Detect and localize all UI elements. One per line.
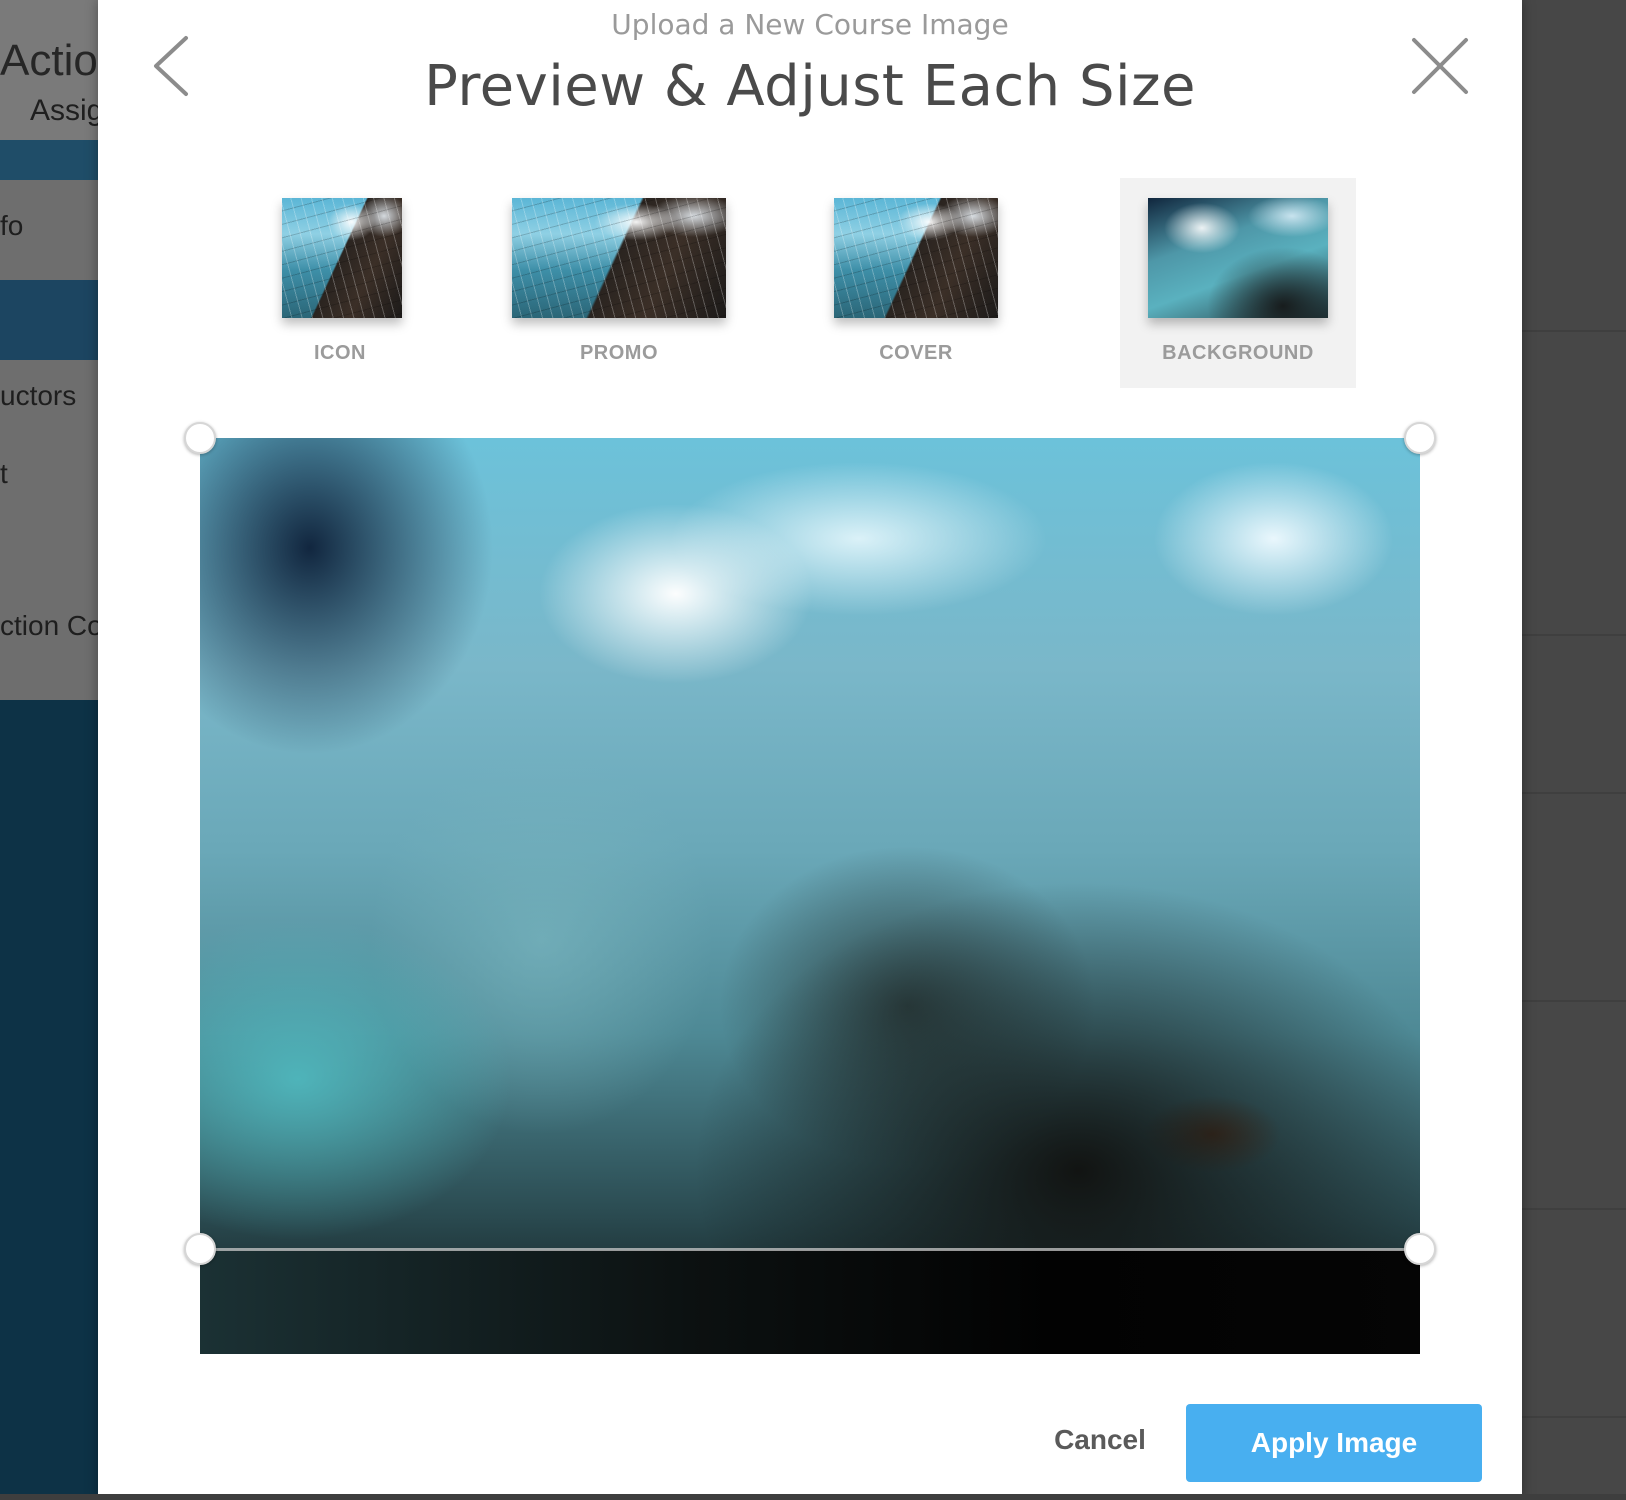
modal-subtitle: Upload a New Course Image [611,8,1009,41]
background-nav: fo uctors t ction Coo [0,180,100,740]
tab-label: BACKGROUND [1162,342,1314,364]
crop-image-preview [200,438,1420,1354]
tab-label: PROMO [579,342,659,364]
apply-image-button[interactable]: Apply Image [1186,1404,1482,1482]
tab-icon[interactable]: ICON [278,178,402,388]
crop-area[interactable] [184,422,1436,1354]
tab-background[interactable]: BACKGROUND [1120,178,1356,388]
back-button[interactable] [148,34,198,98]
page-bottom-bar [0,1494,1626,1500]
crop-bottom-edge[interactable] [200,1248,1420,1251]
tab-label: COVER [879,342,953,364]
size-tabs: ICON PROMO COVER BACKGROUND [98,178,1522,388]
crop-handle-bottom-left[interactable] [184,1233,216,1265]
image-upload-modal: Upload a New Course Image Preview & Adju… [98,0,1522,1500]
background-header-title: Actio [0,36,98,85]
background-header-subtitle: Assig [30,94,100,127]
background-nav-item: fo [0,210,24,241]
background-header: Actio Assig [0,0,100,140]
cancel-button[interactable]: Cancel [1020,1406,1180,1474]
background-nav-item: uctors [0,380,77,411]
crop-handle-top-right[interactable] [1404,422,1436,454]
crop-handle-top-left[interactable] [184,422,216,454]
chevron-left-icon [154,36,188,96]
background-nav-item: ction Coo [0,610,100,641]
background-strip [0,140,100,180]
background-right-column [1522,0,1626,1500]
background-nav-item: t [0,458,8,489]
promo-preview-thumbnail [512,198,726,318]
background-preview-thumbnail [1148,198,1328,318]
close-icon [1412,38,1468,94]
crop-handle-bottom-right[interactable] [1404,1233,1436,1265]
tab-promo[interactable]: PROMO [512,178,726,388]
modal-title: Preview & Adjust Each Size [424,54,1196,119]
tab-cover[interactable]: COVER [834,178,998,388]
close-button[interactable] [1408,34,1472,98]
tab-label: ICON [314,342,366,364]
cover-preview-thumbnail [834,198,998,318]
crop-excluded-region [200,1250,1420,1354]
icon-preview-thumbnail [282,198,402,318]
